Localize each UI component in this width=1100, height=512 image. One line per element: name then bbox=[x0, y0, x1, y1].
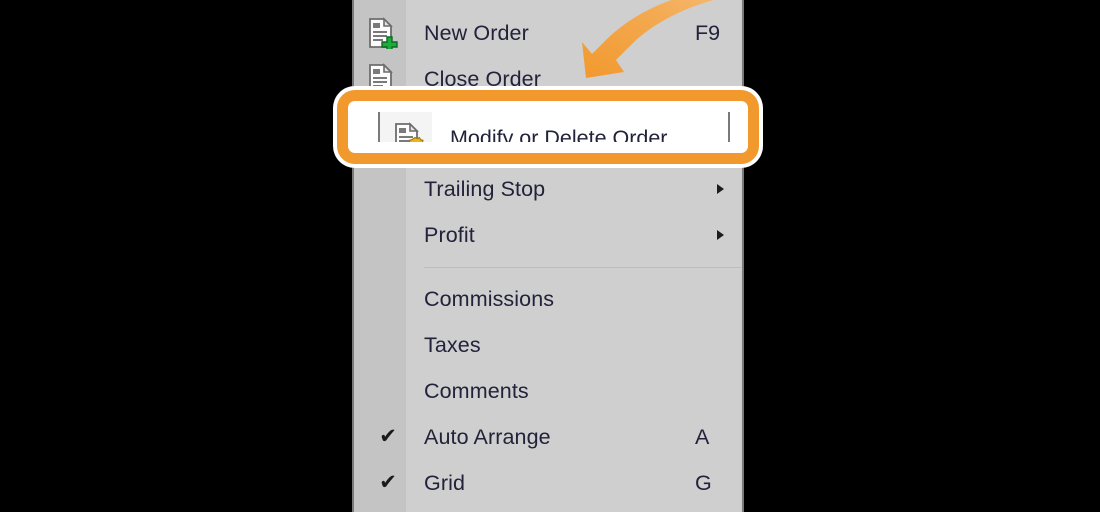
menu-item-shortcut: F9 bbox=[695, 21, 721, 45]
highlight-ring: Modify or Delete Order bbox=[337, 90, 759, 164]
menu-right-border bbox=[728, 112, 730, 142]
menu-item-auto-arrange[interactable]: ✔ Auto Arrange A bbox=[354, 414, 742, 460]
checkmark-icon: ✔ bbox=[379, 470, 397, 494]
menu-item-trailing-stop[interactable]: Trailing Stop bbox=[354, 166, 742, 212]
menu-item-label: Comments bbox=[424, 379, 529, 403]
menu-item-taxes[interactable]: Taxes bbox=[354, 322, 742, 368]
menu-item-shortcut: A bbox=[695, 425, 710, 449]
document-add-icon bbox=[366, 17, 398, 49]
menu-item-label: New Order bbox=[424, 21, 529, 45]
menu-item-label: Profit bbox=[424, 223, 475, 247]
chevron-right-icon bbox=[717, 230, 724, 240]
menu-separator bbox=[424, 267, 742, 268]
highlight-callout: Modify or Delete Order bbox=[333, 86, 763, 168]
checkmark-icon: ✔ bbox=[379, 424, 397, 448]
highlighted-menu-item-label: Modify or Delete Order bbox=[450, 126, 668, 142]
highlighted-menu-item-modify-or-delete-order[interactable]: Modify or Delete Order bbox=[359, 112, 737, 142]
chevron-right-icon bbox=[717, 184, 724, 194]
menu-item-label: Auto Arrange bbox=[424, 425, 551, 449]
menu-item-commissions[interactable]: Commissions bbox=[354, 276, 742, 322]
context-menu: New Order F9 Close Order Trailing Stop P… bbox=[352, 0, 744, 512]
document-gear-icon bbox=[392, 122, 424, 142]
menu-item-shortcut: G bbox=[695, 471, 712, 495]
menu-item-new-order[interactable]: New Order F9 bbox=[354, 10, 742, 56]
menu-item-grid[interactable]: ✔ Grid G bbox=[354, 460, 742, 506]
menu-item-label: Trailing Stop bbox=[424, 177, 546, 201]
menu-item-label: Taxes bbox=[424, 333, 481, 357]
menu-item-comments[interactable]: Comments bbox=[354, 368, 742, 414]
menu-item-label: Grid bbox=[424, 471, 466, 495]
menu-item-label: Commissions bbox=[424, 287, 555, 311]
menu-item-profit[interactable]: Profit bbox=[354, 212, 742, 258]
